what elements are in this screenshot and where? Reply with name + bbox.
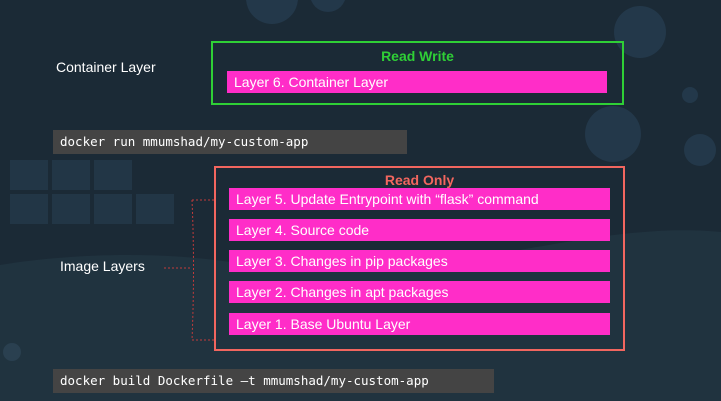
read-only-title: Read Only [384,172,455,188]
container-layer-label: Container Layer [56,59,156,75]
layer-3-bar: Layer 3. Changes in pip packages [229,250,610,272]
docker-run-command: docker run mmumshad/my-custom-app [53,130,407,154]
layer-6-bar: Layer 6. Container Layer [227,71,607,93]
read-write-group: Read Write Layer 6. Container Layer [211,41,624,105]
container-stack-decoration [10,160,174,224]
bubble-decoration [246,0,298,24]
layer-2-bar: Layer 2. Changes in apt packages [229,281,610,303]
bubble-decoration [311,0,345,12]
image-layers-label: Image Layers [60,258,145,274]
docker-build-command: docker build Dockerfile –t mmumshad/my-c… [53,369,494,393]
bubble-decoration [585,106,641,162]
bubble-decoration [682,87,698,103]
whale-eye-decoration [3,343,21,361]
read-only-group: Read Only Layer 5. Update Entrypoint wit… [214,166,625,351]
read-write-title: Read Write [381,48,454,64]
layer-1-bar: Layer 1. Base Ubuntu Layer [229,313,610,335]
layer-5-bar: Layer 5. Update Entrypoint with “flask” … [229,188,610,210]
bubble-decoration [684,134,716,166]
layer-4-bar: Layer 4. Source code [229,219,610,241]
